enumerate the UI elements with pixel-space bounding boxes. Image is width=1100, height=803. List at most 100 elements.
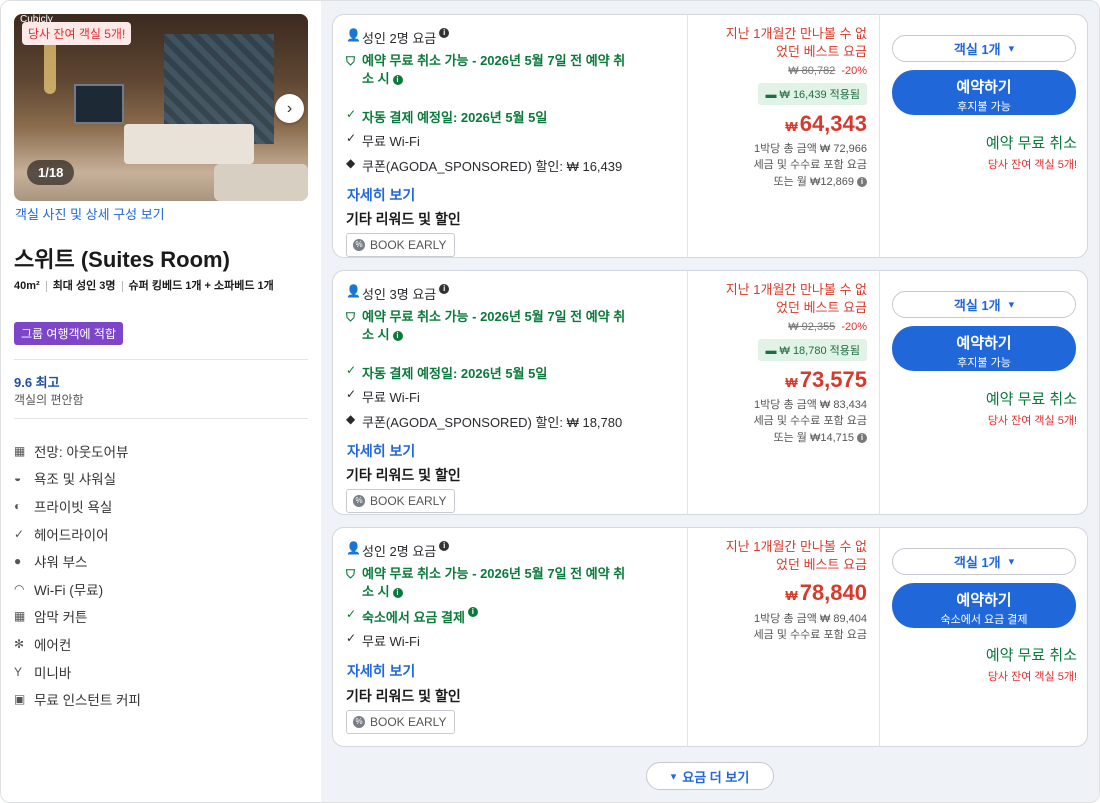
info-icon[interactable]: i [392, 330, 403, 341]
occupancy-line: 👤 성인 2명 요금 i [346, 541, 450, 560]
amenity-label: 프라이빗 욕실 [34, 499, 113, 515]
wifi-line: ✓ 무료 Wi-Fi [346, 387, 420, 406]
checkmark-icon: ✓ [346, 631, 357, 645]
book-button[interactable]: 예약하기숙소에서 요금 결제 [892, 583, 1076, 628]
book-sublabel: 숙소에서 요금 결제 [940, 614, 1028, 626]
best-rate-text: 지난 1개월간 만나볼 수 없 [725, 539, 867, 554]
rooms-left-label: 당사 잔여 객실 5개! [987, 159, 1077, 171]
room-size: 40m² [14, 280, 40, 292]
book-early-text: BOOK EARLY [370, 494, 447, 508]
info-icon[interactable]: i [857, 177, 867, 188]
offer-conditions: 👤 성인 2명 요금 i ⛉ 예약 무료 취소 가능 - 2026년 5월 7일 전 … [333, 528, 687, 746]
rewards-label: 기타 리워드 및 할인 [346, 688, 461, 704]
coupon-line: ◆ 쿠폰(AGODA_SPONSORED) 할인: ₩ 16,439 [346, 156, 622, 175]
room-quantity-select[interactable]: 객실 1개 ▾ [892, 291, 1076, 318]
offer-pricing: 지난 1개월간 만나볼 수 없 었던 베스트 요금 ₩78,840 1박당 총 금… [687, 528, 879, 746]
photo-details-link[interactable]: 객실 사진 및 상세 구성 보기 [15, 204, 165, 223]
cancel-text: 예약 무료 취소 가능 - 2026년 5월 7일 전 예약 취 [362, 309, 626, 324]
view-icon: ▦ [14, 443, 26, 458]
info-icon[interactable]: i [392, 587, 403, 598]
group-travel-tag: 그룹 여행객에 적합 [14, 322, 123, 345]
info-icon[interactable]: i [439, 28, 450, 38]
final-price: ₩73,575 [785, 367, 867, 393]
amenity-list: ▦ 전망: 아웃도어뷰 ◒ 욕조 및 샤워실 ◐ 프라이빗 욕실 ✓ 헤어드라이어 ● 샤… [14, 437, 308, 713]
coupon-line: ◆ 쿠폰(AGODA_SPONSORED) 할인: ₩ 18,780 [346, 412, 622, 431]
free-cancel-line: ⛉ 예약 무료 취소 가능 - 2026년 5월 7일 전 예약 취소 시i [346, 308, 676, 344]
final-price: ₩64,343 [785, 111, 867, 137]
chevron-down-icon: ▾ [1008, 556, 1015, 568]
payment-text: 자동 결제 예정일: 2026년 5월 5일 [362, 366, 548, 381]
amenity-label: Wi-Fi (무료) [34, 582, 104, 598]
book-label: 예약하기 [956, 335, 1012, 352]
book-early-badge: % BOOK EARLY [346, 710, 456, 734]
coupon-text: 쿠폰(AGODA_SPONSORED) 할인: ₩ 16,439 [362, 159, 623, 174]
tag-icon: ◆ [346, 156, 356, 170]
best-rate-note: 지난 1개월간 만나볼 수 없 었던 베스트 요금 [697, 25, 867, 61]
divider [14, 418, 308, 419]
person-icon: 👤 [346, 284, 361, 298]
chevron-right-icon: › [286, 99, 293, 117]
ticket-icon: ▬ [765, 345, 780, 357]
cancel-text-cont: 소 시 [362, 584, 390, 599]
wifi-text: 무료 Wi-Fi [362, 390, 420, 405]
next-photo-button[interactable]: › [275, 94, 304, 123]
monthly-price: 또는 월 ₩14,715 i [773, 429, 867, 445]
bathtub-icon: ◒ [14, 471, 22, 486]
amenity-item: ● 샤워 부스 [14, 547, 308, 575]
room-beds: 슈퍼 킹베드 1개 + 소파베드 1개 [128, 280, 274, 292]
photo-bed [124, 124, 254, 164]
details-link[interactable]: 자세히 보기 [347, 441, 415, 461]
room-max-adults: 최대 성인 3명 [52, 280, 116, 292]
monthly-price: 또는 월 ₩12,869 i [774, 173, 867, 189]
info-icon[interactable]: i [439, 541, 450, 551]
free-cancel-line: ⛉ 예약 무료 취소 가능 - 2026년 5월 7일 전 예약 취소 시i [346, 565, 676, 601]
divider [14, 359, 308, 360]
coupon-applied-badge: ▬ ₩ 18,780 적용됨 [758, 339, 867, 361]
chevron-down-icon: ▾ [1008, 43, 1015, 55]
final-price: ₩78,840 [785, 580, 867, 606]
info-icon[interactable]: i [467, 607, 478, 617]
book-label: 예약하기 [956, 592, 1012, 609]
amenity-item: ◐ 프라이빗 욕실 [14, 492, 308, 520]
currency-symbol: ₩ [785, 375, 798, 390]
payment-text: 숙소에서 요금 결제 [362, 610, 465, 625]
payment-line: ✓ 숙소에서 요금 결제 i [346, 607, 478, 626]
details-link[interactable]: 자세히 보기 [347, 661, 415, 681]
monthly-text: 또는 월 ₩14,715 [773, 432, 855, 444]
free-cancel-label: 예약 무료 취소 [985, 647, 1077, 664]
info-icon[interactable]: i [439, 284, 450, 294]
amenity-label: 무료 인스턴트 커피 [34, 693, 141, 709]
photo-counter: 1/18 [27, 160, 75, 185]
offer-conditions: 👤 성인 2명 요금 i ⛉ 예약 무료 취소 가능 - 2026년 5월 7일 전 … [333, 15, 687, 257]
per-night-total: 1박당 총 금액 ₩ 89,404 [754, 613, 867, 625]
amenity-label: 욕조 및 샤워실 [34, 472, 117, 488]
amenity-label: 헤어드라이어 [34, 527, 109, 543]
cancel-text-cont: 소 시 [362, 71, 390, 86]
price-value: 78,840 [799, 580, 867, 605]
amenity-label: 전망: 아웃도어뷰 [34, 444, 129, 460]
more-rates-button[interactable]: ▾ 요금 더 보기 [646, 762, 774, 790]
room-score-label: 객실의 편안함 [14, 393, 84, 407]
wifi-line: ✓ 무료 Wi-Fi [346, 131, 420, 150]
curtain-icon: ▦ [14, 609, 26, 624]
checkmark-icon: ✓ [346, 131, 357, 145]
discount-percent: -20% [841, 65, 867, 77]
room-quantity-select[interactable]: 객실 1개 ▾ [892, 35, 1076, 62]
info-icon[interactable]: i [392, 74, 403, 85]
tax-note: 세금 및 수수료 포함 요금 [753, 629, 867, 641]
ticket-icon: ▬ [765, 89, 780, 101]
info-icon[interactable]: i [857, 433, 867, 444]
amenity-item: ◒ 욕조 및 샤워실 [14, 465, 308, 493]
rooms-left-label: 당사 잔여 객실 5개! [987, 415, 1077, 427]
spec-divider [45, 280, 47, 292]
price-value: 73,575 [799, 367, 867, 392]
person-icon: 👤 [346, 28, 361, 42]
rooms-left-label: 당사 잔여 객실 5개! [987, 671, 1077, 683]
offer-pricing: 지난 1개월간 만나볼 수 없 었던 베스트 요금 ₩ 80,782 -20% ▬ … [687, 15, 879, 257]
book-button[interactable]: 예약하기 후지불 가능 [892, 326, 1076, 371]
book-button[interactable]: 예약하기 후지불 가능 [892, 70, 1076, 115]
percent-icon: % [353, 716, 365, 728]
details-link[interactable]: 자세히 보기 [347, 185, 415, 205]
room-quantity-select[interactable]: 객실 1개 ▾ [892, 548, 1076, 575]
cancel-text: 예약 무료 취소 가능 - 2026년 5월 7일 전 예약 취 [362, 566, 626, 581]
